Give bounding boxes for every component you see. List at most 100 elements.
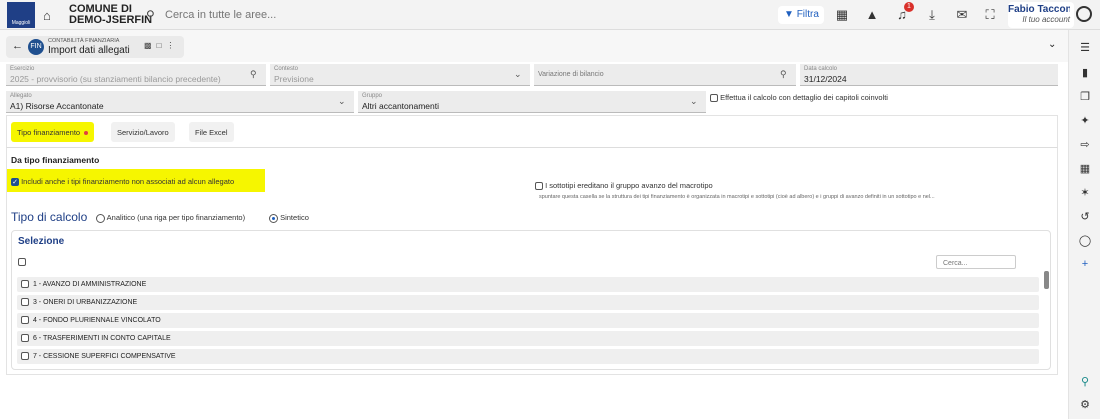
variazione-placeholder: Variazione di bilancio (538, 71, 604, 78)
chevron-down-icon[interactable]: ⌄ (338, 96, 346, 107)
esercizio-value: 2025 - provvisorio (su stanziamenti bila… (10, 74, 221, 84)
gear-icon[interactable]: ⚙ (1077, 397, 1093, 413)
list-item[interactable]: 3 - ONERI DI URBANIZZAZIONE (17, 295, 1039, 310)
esercizio-label: Esercizio (10, 66, 35, 72)
list-icon[interactable]: ☰ (1077, 40, 1093, 56)
sottotipi-help: spuntare questa casella se la struttura … (539, 194, 935, 200)
chevron-down-icon[interactable]: ⌄ (690, 96, 698, 107)
radio-sintetico-label: Sintetico (280, 213, 309, 222)
window-icon[interactable]: □ (157, 41, 167, 50)
row-checkbox[interactable] (21, 316, 29, 324)
app-badge: FIN (28, 39, 44, 55)
logo-text: Maggioli (11, 20, 31, 26)
data-calcolo-label: Data calcolo (804, 66, 838, 72)
contesto-field[interactable]: Contesto Previsione ⌄ (270, 64, 530, 86)
home-icon[interactable]: ⌂ (43, 8, 51, 23)
dettaglio-label: Effettua il calcolo con dettaglio dei ca… (720, 93, 888, 102)
tab-servizio-lavoro[interactable]: Servizio/Lavoro (111, 122, 175, 142)
contesto-value: Previsione (274, 74, 314, 84)
filter-button[interactable]: ▼ Filtra (778, 6, 824, 24)
data-calcolo-field[interactable]: Data calcolo 31/12/2024 (800, 64, 1058, 86)
user-menu[interactable]: Fabio Tacconell... Il tuo account (1008, 2, 1074, 28)
esercizio-field[interactable]: Esercizio 2025 - provvisorio (su stanzia… (6, 64, 266, 86)
contesto-label: Contesto (274, 66, 299, 72)
global-search-input[interactable] (165, 6, 465, 24)
bookmark-icon[interactable]: ▩ (144, 41, 157, 50)
includi-checkbox[interactable]: ✓ (11, 178, 19, 187)
tab-file-excel[interactable]: File Excel (189, 122, 234, 142)
list-item[interactable]: 1 - AVANZO DI AMMINISTRAZIONE (17, 277, 1039, 292)
list-item-label: 6 - TRASFERIMENTI IN CONTO CAPITALE (32, 334, 171, 342)
list-item[interactable]: 4 - FONDO PLURIENNALE VINCOLATO (17, 313, 1039, 328)
add-icon[interactable]: + (1077, 256, 1093, 272)
selezione-search-input[interactable] (936, 255, 1016, 269)
allegato-select[interactable]: Allegato A1) Risorse Accantonate ⌄ (6, 91, 354, 113)
user-avatar-icon[interactable] (1076, 6, 1092, 22)
title-bar: ← FIN CONTABILITÀ FINANZIARIA Import dat… (0, 30, 1068, 62)
variazione-field[interactable]: Variazione di bilancio ⚲ (534, 64, 796, 86)
app-logo[interactable]: Maggioli (7, 2, 35, 28)
row-checkbox[interactable] (21, 352, 29, 360)
search-icon[interactable]: ⚲ (250, 69, 257, 80)
export-icon[interactable]: ⇨ (1077, 137, 1093, 153)
selezione-title: Selezione (18, 236, 65, 247)
includi-label: Includi anche i tipi finanziamento non a… (21, 177, 235, 186)
coins-icon[interactable]: ◯ (1077, 233, 1093, 249)
selezione-box: Selezione 1 - AVANZO DI AMMINISTRAZIONE … (11, 230, 1051, 370)
tab-label: File Excel (195, 128, 228, 137)
calculator-icon[interactable]: ▦ (1077, 161, 1093, 177)
list-scrollbar[interactable] (1044, 271, 1049, 289)
right-sidebar: ☰ ▮ ❐ ✦ ⇨ ▦ ✶ ↺ ◯ + ⚲ ⚙ (1068, 30, 1100, 419)
chevron-down-icon[interactable]: ⌄ (1048, 39, 1056, 50)
copy-icon[interactable]: ❐ (1077, 89, 1093, 105)
comune-label[interactable]: COMUNE DI DEMO-JSERFIN (69, 4, 152, 26)
warning-icon[interactable]: ▲ (862, 5, 882, 25)
sottotipi-option[interactable]: I sottotipi ereditano il gruppo avanzo d… (535, 181, 713, 191)
history-icon[interactable]: ↺ (1077, 209, 1093, 225)
tab-label: Tipo finanziamento (17, 128, 81, 137)
radio-sintetico[interactable]: Sintetico (269, 213, 309, 223)
breadcrumb: CONTABILITÀ FINANZIARIA (48, 38, 120, 44)
row-checkbox[interactable] (21, 280, 29, 288)
tipo-finanziamento-panel: Da tipo finanziamento ✓ Includi anche i … (6, 147, 1058, 375)
required-dot-icon (84, 131, 89, 136)
row-checkbox[interactable] (21, 298, 29, 306)
dettaglio-option[interactable]: Effettua il calcolo con dettaglio dei ca… (710, 93, 888, 103)
download-icon[interactable]: ⤓ (922, 5, 942, 25)
tab-label: Servizio/Lavoro (117, 128, 169, 137)
section-title: Da tipo finanziamento (11, 155, 100, 165)
list-item[interactable]: 6 - TRASFERIMENTI IN CONTO CAPITALE (17, 331, 1039, 346)
filter-label: Filtra (796, 9, 819, 20)
tab-tipo-finanziamento[interactable]: Tipo finanziamento (11, 122, 95, 142)
user-account-label: Il tuo account (1022, 15, 1070, 24)
radio-analitico[interactable]: Analitico (una riga per tipo finanziamen… (96, 213, 245, 223)
list-item-label: 7 - CESSIONE SUPERFICI COMPENSATIVE (32, 352, 176, 360)
page-title: Import dati allegati (48, 45, 130, 56)
includi-option[interactable]: ✓ Includi anche i tipi finanziamento non… (7, 169, 265, 192)
page-title-pill: ← FIN CONTABILITÀ FINANZIARIA Import dat… (6, 36, 184, 58)
title-actions: ▩□⋮ (144, 41, 179, 50)
radio-analitico-button[interactable] (96, 213, 105, 223)
fullscreen-icon[interactable]: ⛶ (980, 5, 1000, 25)
back-arrow-icon[interactable]: ← (12, 40, 23, 52)
radio-sintetico-button[interactable] (269, 213, 278, 223)
tab-bar: Tipo finanziamento Servizio/Lavoro File … (6, 115, 1058, 147)
gruppo-select[interactable]: Gruppo Altri accantonamenti ⌄ (358, 91, 706, 113)
list-item-label: 1 - AVANZO DI AMMINISTRAZIONE (32, 280, 147, 288)
network-icon[interactable]: ✶ (1077, 185, 1093, 201)
mail-icon[interactable]: ✉ (952, 5, 972, 25)
location-icon[interactable]: ⚲ (1077, 374, 1093, 390)
more-icon[interactable]: ⋮ (166, 41, 179, 50)
select-all-checkbox[interactable] (18, 258, 26, 266)
gruppo-label: Gruppo (362, 93, 383, 99)
notification-badge: 1 (904, 2, 914, 12)
row-checkbox[interactable] (21, 334, 29, 342)
list-item[interactable]: 7 - CESSIONE SUPERFICI COMPENSATIVE (17, 349, 1039, 364)
search-icon[interactable]: ⚲ (780, 69, 787, 80)
grid-icon[interactable]: ▦ (832, 5, 852, 25)
sottotipi-checkbox[interactable] (535, 182, 543, 191)
bookmark-icon[interactable]: ▮ (1077, 65, 1093, 81)
dettaglio-checkbox[interactable] (710, 94, 718, 103)
pin-icon[interactable]: ✦ (1077, 113, 1093, 129)
chevron-down-icon[interactable]: ⌄ (514, 69, 522, 80)
